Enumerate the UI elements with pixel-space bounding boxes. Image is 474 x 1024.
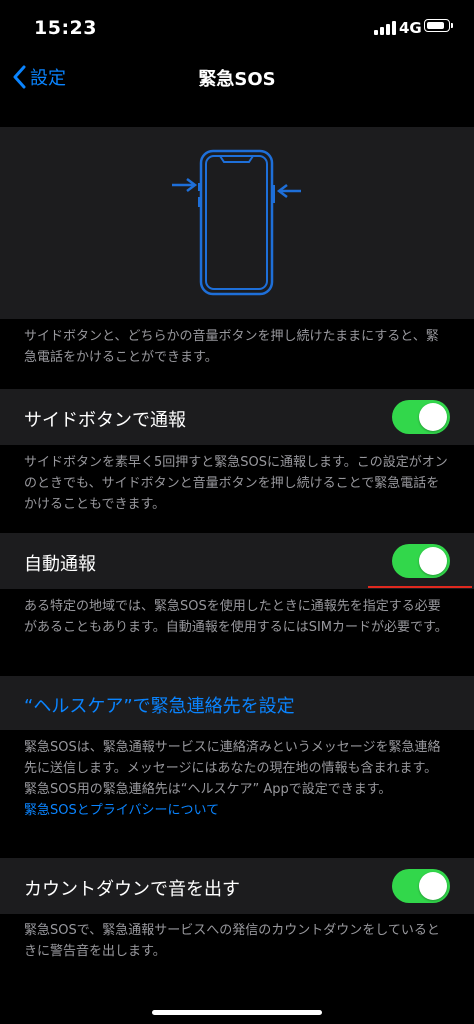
countdown-row[interactable]: カウントダウンで音を出す: [0, 858, 474, 914]
side-button-toggle[interactable]: [392, 400, 450, 434]
countdown-footer: 緊急SOSで、緊急通報サービスへの発信のカウントダウンをしているときに警告音を出…: [24, 923, 440, 959]
network-type: 4G: [399, 19, 422, 37]
battery-icon: [424, 19, 453, 32]
cellular-signal-icon: [374, 21, 396, 35]
health-link-row[interactable]: “ヘルスケア”で緊急連絡先を設定: [0, 676, 474, 730]
status-bar: 15:23 4G: [0, 0, 474, 52]
auto-call-label: 自動通報: [24, 554, 96, 575]
health-footer: 緊急SOSは、緊急通報サービスに連絡済みというメッセージを緊急連絡先に送信します…: [24, 737, 450, 821]
auto-call-row[interactable]: 自動通報: [0, 533, 474, 589]
phone-buttons-illustration: [172, 149, 301, 296]
side-button-row[interactable]: サイドボタンで通報: [0, 389, 474, 445]
status-time: 15:23: [34, 17, 97, 39]
side-button-footer: サイドボタンを素早く5回押すと緊急SOSに通報します。この設定がオンのときでも、…: [24, 455, 448, 512]
illustration-panel: [0, 127, 474, 319]
health-contacts-link[interactable]: “ヘルスケア”で緊急連絡先を設定: [24, 692, 295, 718]
privacy-link[interactable]: 緊急SOSとプライバシーについて: [24, 800, 450, 821]
annotation-underline: [368, 586, 472, 588]
nav-bar: 設定 緊急SOS: [0, 52, 474, 102]
side-button-label: サイドボタンで通報: [24, 410, 186, 431]
home-indicator[interactable]: [152, 1010, 322, 1015]
page-title: 緊急SOS: [198, 69, 276, 90]
auto-call-footer: ある特定の地域では、緊急SOSを使用したときに通報先を指定する必要があることもあ…: [24, 599, 448, 635]
auto-call-toggle[interactable]: [392, 544, 450, 578]
countdown-toggle[interactable]: [392, 869, 450, 903]
intro-footer: サイドボタンと、どちらかの音量ボタンを押し続けたままにすると、緊急電話をかけるこ…: [24, 329, 439, 365]
health-footer-text: 緊急SOSは、緊急通報サービスに連絡済みというメッセージを緊急連絡先に送信します…: [24, 740, 441, 797]
countdown-label: カウントダウンで音を出す: [24, 879, 240, 900]
